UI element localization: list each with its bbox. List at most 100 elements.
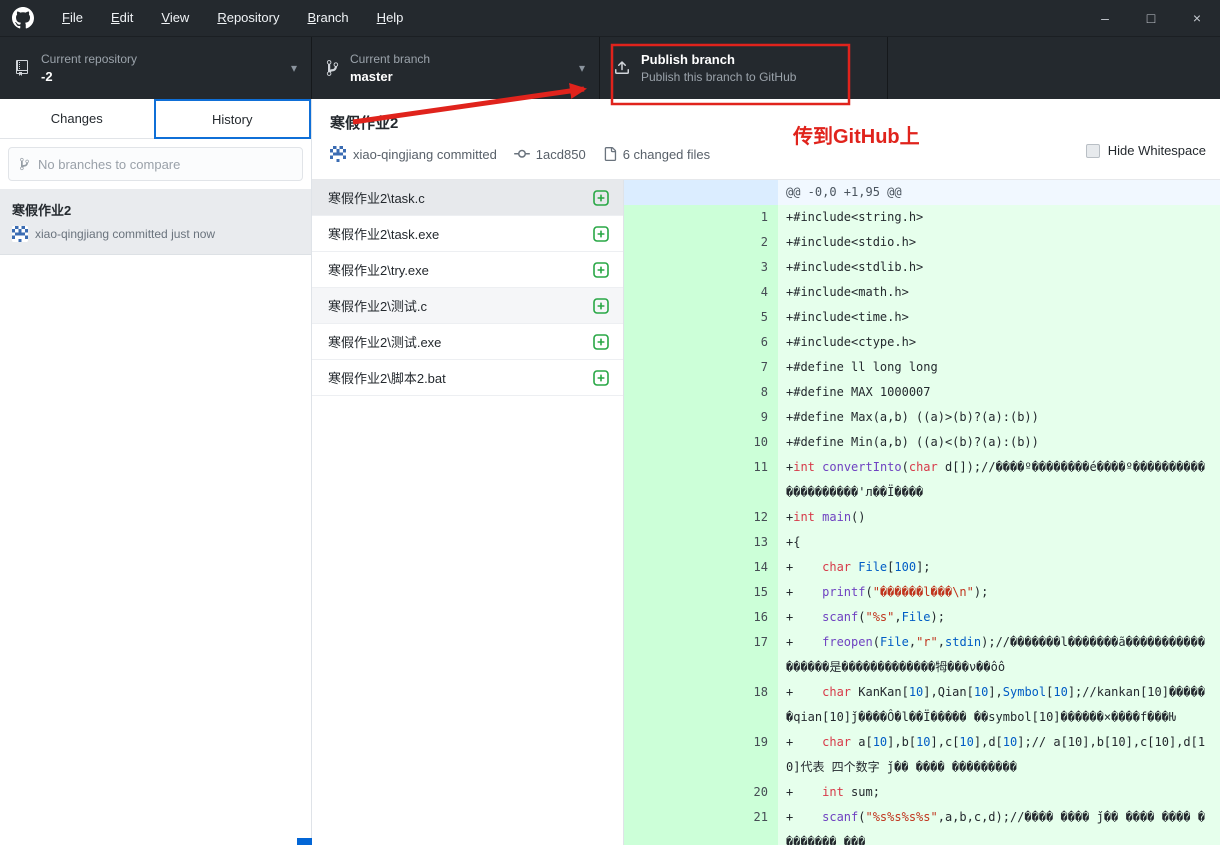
code-segment: sum; xyxy=(851,785,880,799)
current-repository-dropdown[interactable]: Current repository -2 ▾ xyxy=(0,37,312,99)
file-row[interactable]: 寒假作业2\脚本2.bat xyxy=(312,360,623,396)
menu-branch[interactable]: Branch xyxy=(293,0,362,36)
file-list: 寒假作业2\task.c 寒假作业2\task.exe 寒假作业2\try.exe 寒… xyxy=(312,180,624,845)
diff-gutter-old xyxy=(624,380,701,405)
diff-line: 6 +#include<ctype.h> xyxy=(624,330,1220,355)
code-segment: stdin xyxy=(945,635,982,649)
file-added-icon xyxy=(593,261,609,278)
diff-gutter-new: 15 xyxy=(701,580,778,605)
current-branch-label: Current branch xyxy=(350,52,431,66)
publish-upload-icon xyxy=(614,60,630,76)
diff-code: + char a[10],b[10],c[10],d[10];// a[10],… xyxy=(778,730,1220,780)
menu-repository[interactable]: Repository xyxy=(203,0,293,36)
current-repository-value: -2 xyxy=(41,69,53,84)
diff-code: +#include<stdio.h> xyxy=(778,230,1220,255)
diff-gutter-old xyxy=(624,455,701,505)
code-segment: d[]); xyxy=(937,460,982,474)
chevron-down-icon: ▾ xyxy=(290,61,297,75)
github-logo-icon xyxy=(12,7,34,29)
main-panel: 寒假作业2 xiao-qingjiang committed 1acd850 6… xyxy=(312,99,1220,845)
menu-help[interactable]: Help xyxy=(363,0,418,36)
diff-line: 11 +int convertInto(char d[]);//����º����… xyxy=(624,455,1220,505)
close-button[interactable]: × xyxy=(1174,0,1220,36)
current-repository-label: Current repository xyxy=(41,52,138,66)
code-segment: ( xyxy=(865,585,873,599)
diff-line: 17 + freopen(File,"r",stdin);//�������l��… xyxy=(624,630,1220,680)
publish-branch-subtitle: Publish this branch to GitHub xyxy=(641,70,797,84)
tab-history[interactable]: History xyxy=(153,99,311,139)
diff-code: + char KanKan[10],Qian[10],Symbol[10];//… xyxy=(778,680,1220,730)
branch-compare-input[interactable] xyxy=(38,156,292,172)
file-row[interactable]: 寒假作业2\测试.c xyxy=(312,288,623,324)
code-segment: 10 xyxy=(916,735,931,749)
code-segment: int xyxy=(793,460,823,474)
branch-compare-box[interactable] xyxy=(8,147,303,181)
code-segment: ,a,b,c,d); xyxy=(937,810,1010,824)
diff-gutter-old xyxy=(624,205,701,230)
minimize-button[interactable]: – xyxy=(1082,0,1128,36)
commit-list: 寒假作业2 xiao-qingjiang committed just now xyxy=(0,189,311,255)
diff-code: + char File[100]; xyxy=(778,555,1220,580)
changed-files-count[interactable]: 6 changed files xyxy=(623,147,710,162)
file-row[interactable]: 寒假作业2\task.exe xyxy=(312,216,623,252)
commit-hash[interactable]: 1acd850 xyxy=(536,147,586,162)
commit-meta: xiao-qingjiang committed just now xyxy=(35,227,216,241)
commit-header-title: 寒假作业2 xyxy=(330,115,399,132)
file-icon xyxy=(604,147,616,161)
sidebar-scrollbar-thumb[interactable] xyxy=(297,838,312,845)
app-window: File Edit View Repository Branch Help – … xyxy=(0,0,1220,845)
publish-branch-button[interactable]: Publish branch Publish this branch to Gi… xyxy=(600,37,888,99)
sidebar: Changes History 寒假作业2 xiao-qingjiang com… xyxy=(0,99,312,845)
diff-code: + scanf("%s",File); xyxy=(778,605,1220,630)
diff-line: 13 +{ xyxy=(624,530,1220,555)
code-segment: + xyxy=(786,735,823,749)
file-row[interactable]: 寒假作业2\task.c xyxy=(312,180,623,216)
maximize-button[interactable]: □ xyxy=(1128,0,1174,36)
diff-line: 10 +#define Min(a,b) ((a)<(b)?(a):(b)) xyxy=(624,430,1220,455)
diff-code: +#include<time.h> xyxy=(778,305,1220,330)
diff-gutter-old xyxy=(624,255,701,280)
diff-gutter-new: 16 xyxy=(701,605,778,630)
diff-gutter-old xyxy=(624,305,701,330)
diff-gutter-old xyxy=(624,730,701,780)
menu-edit[interactable]: Edit xyxy=(97,0,147,36)
diff-gutter-new: 3 xyxy=(701,255,778,280)
diff-gutter-new: 10 xyxy=(701,430,778,455)
hide-whitespace-label: Hide Whitespace xyxy=(1107,143,1206,158)
diff-gutter-new: 20 xyxy=(701,780,778,805)
code-segment: + xyxy=(786,560,823,574)
code-segment: ]; xyxy=(916,560,931,574)
current-branch-dropdown[interactable]: Current branch master ▾ xyxy=(312,37,600,99)
code-segment: 10 xyxy=(1002,735,1018,749)
code-segment: ); xyxy=(973,585,989,599)
code-segment: +#define ll long long xyxy=(786,360,938,374)
diff-gutter-new: 8 xyxy=(701,380,778,405)
tab-changes[interactable]: Changes xyxy=(0,99,154,139)
commit-title: 寒假作业2 xyxy=(12,203,72,218)
diff-line: 15 + printf("������l���\n"); xyxy=(624,580,1220,605)
code-segment: () xyxy=(851,510,866,524)
hide-whitespace-checkbox[interactable] xyxy=(1085,143,1100,158)
diff-line: 18 + char KanKan[10],Qian[10],Symbol[10];… xyxy=(624,680,1220,730)
code-segment: main xyxy=(822,510,852,524)
file-row[interactable]: 寒假作业2\try.exe xyxy=(312,252,623,288)
diff-hunk-header: @@ -0,0 +1,95 @@ xyxy=(624,180,1220,205)
menu-view[interactable]: View xyxy=(147,0,203,36)
file-row[interactable]: 寒假作业2\测试.exe xyxy=(312,324,623,360)
file-name: 寒假作业2\try.exe xyxy=(328,263,429,278)
code-segment: , xyxy=(908,635,917,649)
code-segment: scanf xyxy=(822,810,859,824)
code-segment: char xyxy=(908,460,938,474)
diff-gutter-old xyxy=(624,280,701,305)
diff-code: + scanf("%s%s%s%s",a,b,c,d);//���� ���� … xyxy=(778,805,1220,845)
diff-code: +#define ll long long xyxy=(778,355,1220,380)
code-segment: +{ xyxy=(786,535,801,549)
commit-list-item[interactable]: 寒假作业2 xiao-qingjiang committed just now xyxy=(0,189,311,255)
branch-filter-wrap xyxy=(0,139,311,189)
code-segment: +#define Max(a,b) ((a)>(b)?(a):(b)) xyxy=(786,410,1039,424)
menu-file[interactable]: File xyxy=(48,0,97,36)
file-added-icon xyxy=(593,333,609,350)
diff-code: +#define MAX 1000007 xyxy=(778,380,1220,405)
code-segment: File xyxy=(879,635,909,649)
code-segment: scanf xyxy=(822,610,859,624)
